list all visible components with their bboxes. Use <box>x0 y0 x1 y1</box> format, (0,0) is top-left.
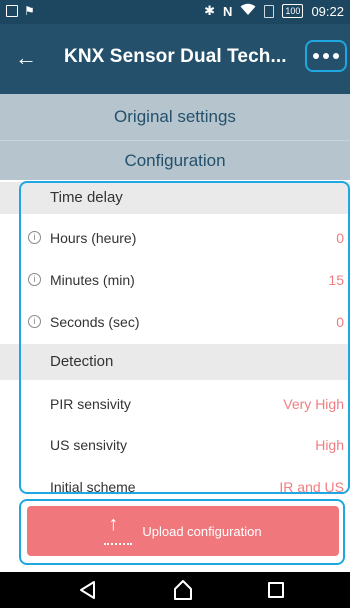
more-icon <box>313 53 319 59</box>
setting-value: High <box>315 437 344 453</box>
setting-value: 0 <box>336 230 344 246</box>
setting-row-initial-scheme[interactable]: Initial scheme IR and US <box>0 467 350 495</box>
nav-recent-apps-icon[interactable] <box>268 582 284 598</box>
original-settings-button[interactable]: Original settings <box>0 94 350 140</box>
info-icon[interactable]: i <box>28 315 41 328</box>
info-icon[interactable]: i <box>28 231 41 244</box>
setting-label: Seconds (sec) <box>50 314 140 330</box>
nav-home-icon[interactable] <box>172 579 194 601</box>
setting-label: Hours (heure) <box>50 230 137 246</box>
bluetooth-icon: ✱ <box>204 3 216 18</box>
configuration-header: Configuration <box>0 140 350 180</box>
setting-label: PIR sensivity <box>50 396 131 412</box>
upload-configuration-button[interactable]: ↑ Upload configuration <box>27 506 339 556</box>
setting-value: 0 <box>336 314 344 330</box>
upload-label: Upload configuration <box>142 523 262 539</box>
setting-row-us-sensivity[interactable]: US sensivity High <box>0 425 350 465</box>
setting-label: Initial scheme <box>50 479 136 495</box>
page-title: KNX Sensor Dual Tech... <box>64 46 287 67</box>
back-arrow-icon[interactable]: ← <box>12 42 40 74</box>
section-detection: Detection <box>0 344 350 380</box>
setting-value: IR and US <box>279 479 344 495</box>
nfc-icon: N <box>223 3 233 19</box>
flag-icon: ⚑ <box>24 4 35 18</box>
setting-value: Very High <box>283 396 344 412</box>
info-icon[interactable]: i <box>28 273 41 286</box>
setting-row-seconds[interactable]: i Seconds (sec) 0 <box>0 302 350 342</box>
app-bar: ← KNX Sensor Dual Tech... <box>0 24 350 94</box>
status-time: 09:22 <box>311 3 344 19</box>
setting-value: 15 <box>328 272 344 288</box>
screen-icon <box>6 5 18 17</box>
setting-label: US sensivity <box>50 437 128 453</box>
battery-icon: 100 <box>282 4 304 18</box>
status-bar: ⚑ ✱ N 100 09:22 <box>0 0 350 24</box>
sim-icon <box>264 4 275 18</box>
setting-row-hours[interactable]: i Hours (heure) 0 <box>0 218 350 258</box>
setting-label: Minutes (min) <box>50 272 135 288</box>
wifi-icon <box>240 3 256 19</box>
section-time-delay: Time delay <box>0 182 350 214</box>
nav-back-icon[interactable] <box>78 580 98 600</box>
system-nav-bar <box>0 572 350 608</box>
setting-row-pir-sensivity[interactable]: PIR sensivity Very High <box>0 384 350 424</box>
setting-row-minutes[interactable]: i Minutes (min) 15 <box>0 260 350 300</box>
upload-icon: ↑ <box>104 513 133 546</box>
more-menu-button[interactable] <box>305 40 347 72</box>
